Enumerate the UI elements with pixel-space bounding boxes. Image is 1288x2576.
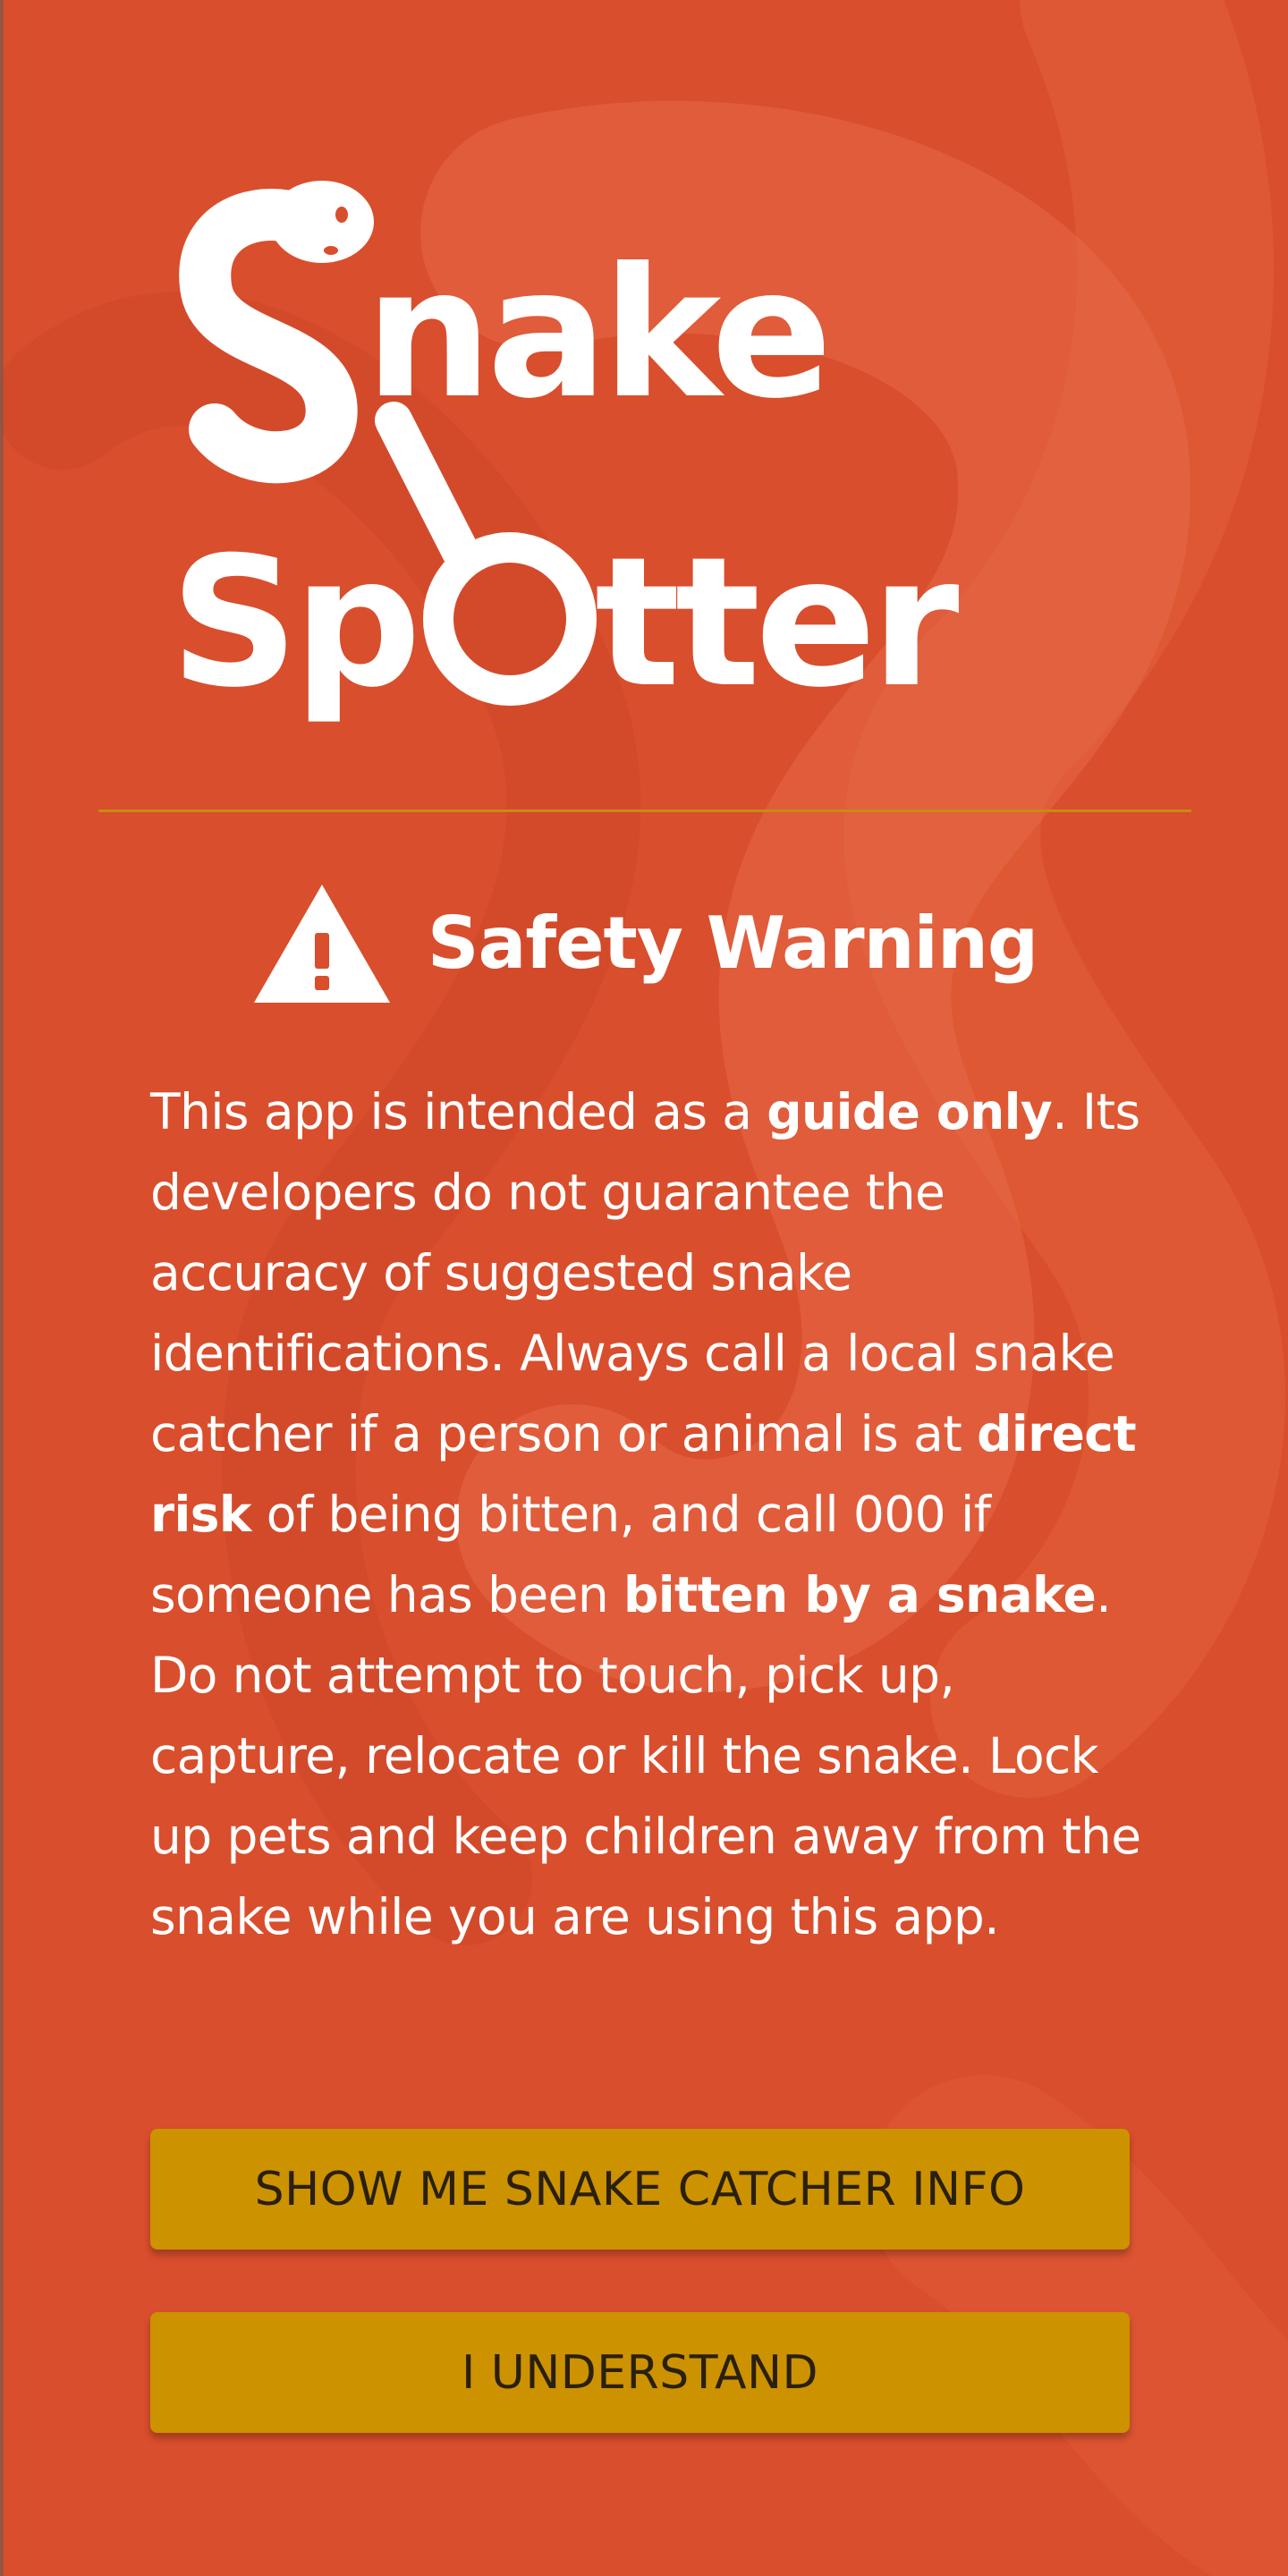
warning-emphasis: bitten by a snake xyxy=(623,1566,1097,1623)
show-snake-catcher-info-button[interactable]: SHOW ME SNAKE CATCHER INFO xyxy=(150,2129,1130,2250)
i-understand-button[interactable]: I UNDERSTAND xyxy=(150,2312,1130,2433)
logo-word-nake: nake xyxy=(365,230,827,438)
safety-warning-screen: nake Sp tter Safety Warning This app is … xyxy=(0,0,1288,2576)
warning-triangle-icon xyxy=(253,885,390,1003)
warning-title: Safety Warning xyxy=(427,902,1038,985)
logo-word-tter: tter xyxy=(595,519,960,727)
divider xyxy=(98,809,1191,812)
warning-text-segment: This app is intended as a xyxy=(150,1083,767,1140)
logo-word-sp: Sp xyxy=(179,519,416,727)
warning-header: Safety Warning xyxy=(0,872,1288,1015)
warning-emphasis: guide only xyxy=(767,1083,1053,1140)
snake-spotter-logo: nake Sp tter xyxy=(179,181,965,727)
warning-body-text: This app is intended as a guide only. It… xyxy=(150,1072,1145,1957)
